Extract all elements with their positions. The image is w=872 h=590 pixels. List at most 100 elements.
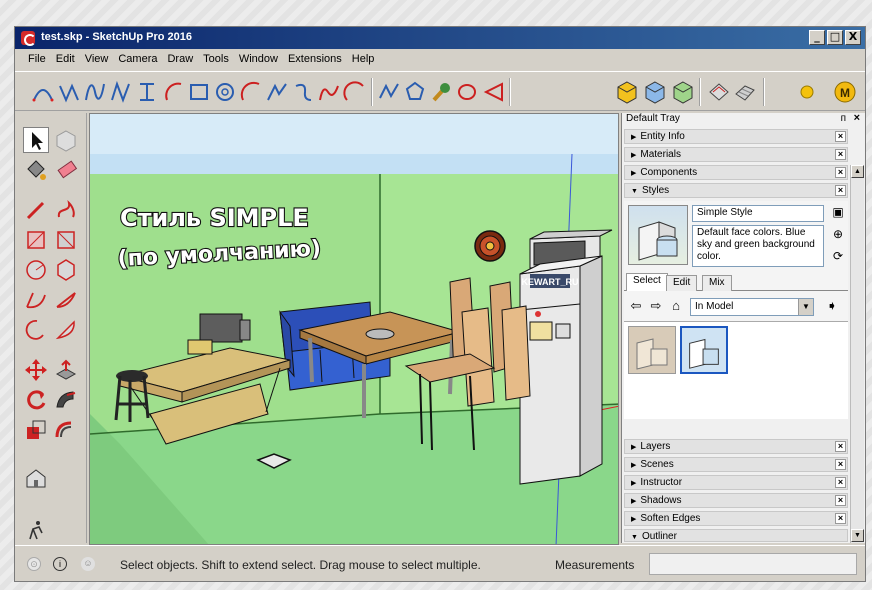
menu-file[interactable]: File — [23, 53, 51, 65]
update-style-icon[interactable]: ⟳ — [830, 249, 846, 265]
pin-icon[interactable]: ᴨ — [841, 113, 846, 124]
freehand-icon[interactable] — [291, 78, 315, 106]
rectangle-icon[interactable] — [187, 78, 211, 106]
zigzag-icon[interactable] — [343, 78, 367, 106]
menu-window[interactable]: Window — [234, 53, 283, 65]
panel-close-button[interactable]: × — [835, 149, 846, 160]
scroll-up-icon[interactable]: ▲ — [851, 165, 864, 178]
panel-close-button[interactable]: × — [835, 131, 846, 142]
polygon-icon[interactable] — [403, 78, 427, 106]
panel-instructor[interactable]: ▶ Instructor × — [624, 475, 848, 490]
tray-scrollbar[interactable]: ▲ ▼ — [850, 165, 864, 543]
panel-close-button[interactable]: × — [835, 477, 846, 488]
rotated-rect-icon[interactable] — [53, 227, 79, 253]
close-button[interactable]: X — [845, 30, 861, 45]
cube-yellow-icon[interactable] — [615, 78, 639, 106]
details-arrow-icon[interactable]: ➧ — [824, 298, 840, 314]
home-icon[interactable]: ⌂ — [668, 298, 684, 314]
credits-icon[interactable]: i — [53, 557, 67, 571]
ellipse-icon[interactable] — [455, 78, 479, 106]
pie-tool-icon[interactable] — [53, 317, 79, 343]
menu-edit[interactable]: Edit — [51, 53, 80, 65]
rectangle-tool-icon[interactable] — [23, 227, 49, 253]
panel-scenes[interactable]: ▶ Scenes × — [624, 457, 848, 472]
walk-icon[interactable] — [23, 517, 49, 543]
wrench-icon[interactable] — [429, 78, 453, 106]
menu-help[interactable]: Help — [347, 53, 380, 65]
house-icon[interactable] — [23, 465, 49, 491]
scale-icon[interactable] — [23, 417, 49, 443]
panel-materials[interactable]: ▶ Materials × — [624, 147, 848, 162]
3d-viewport[interactable]: Стиль SIMPLE (по умолчанию) KEWART_RU — [89, 113, 619, 545]
eraser-icon[interactable] — [53, 157, 79, 183]
panel-close-button[interactable]: × — [835, 185, 846, 196]
rotate-tool-icon[interactable] — [23, 387, 49, 413]
user-icon[interactable]: ☺ — [81, 557, 95, 571]
tray-close-button[interactable]: × — [854, 112, 860, 124]
style-name-field[interactable]: Simple Style — [692, 205, 824, 222]
minimize-button[interactable]: _ — [809, 30, 825, 45]
catmull-icon[interactable] — [135, 78, 159, 106]
freehand-tool-icon[interactable] — [53, 197, 79, 223]
panel-close-button[interactable]: × — [835, 495, 846, 506]
circle-icon[interactable] — [213, 78, 237, 106]
polyline2-icon[interactable] — [377, 78, 401, 106]
panel-styles[interactable]: ▼ Styles × — [624, 183, 848, 198]
panel-close-button[interactable]: × — [835, 513, 846, 524]
select-icon[interactable] — [23, 127, 49, 153]
style-thumbnail-2[interactable] — [680, 326, 728, 374]
curve-icon[interactable] — [57, 78, 81, 106]
polyline-icon[interactable] — [109, 78, 133, 106]
create-style-icon[interactable]: ⊕ — [830, 227, 846, 243]
spline-icon[interactable] — [83, 78, 107, 106]
triangle-icon[interactable] — [481, 78, 505, 106]
move-icon[interactable] — [23, 357, 49, 383]
panel-layers[interactable]: ▶ Layers × — [624, 439, 848, 454]
polygon-tool-icon[interactable] — [53, 257, 79, 283]
push-pull-icon[interactable] — [53, 357, 79, 383]
arc3-tool-icon[interactable] — [23, 317, 49, 343]
forward-icon[interactable]: ⇨ — [648, 298, 664, 314]
menu-draw[interactable]: Draw — [162, 53, 198, 65]
follow-me-icon[interactable] — [53, 387, 79, 413]
measurements-input[interactable] — [649, 553, 857, 575]
panel-close-button[interactable]: × — [835, 441, 846, 452]
tab-mix[interactable]: Mix — [702, 275, 732, 291]
style-thumbnail-1[interactable] — [628, 326, 676, 374]
arc2-icon[interactable] — [239, 78, 263, 106]
maximize-button[interactable]: □ — [827, 30, 843, 45]
menu-extensions[interactable]: Extensions — [283, 53, 347, 65]
arc2-tool-icon[interactable] — [53, 287, 79, 313]
bezier-icon[interactable] — [31, 78, 55, 106]
line-icon[interactable] — [23, 197, 49, 223]
style-library-select[interactable]: In Model ▼ — [690, 298, 814, 316]
arc-icon[interactable] — [161, 78, 185, 106]
panel-entity-info[interactable]: ▶ Entity Info × — [624, 129, 848, 144]
panel-shadows[interactable]: ▶ Shadows × — [624, 493, 848, 508]
rotate-icon[interactable] — [707, 78, 731, 106]
m-badge-icon[interactable]: M — [833, 78, 857, 106]
scene-canvas[interactable]: Стиль SIMPLE (по умолчанию) KEWART_RU — [90, 114, 619, 545]
menu-view[interactable]: View — [80, 53, 114, 65]
menu-tools[interactable]: Tools — [198, 53, 234, 65]
cube-green-icon[interactable] — [671, 78, 695, 106]
panel-outliner[interactable]: ▼ Outliner — [624, 529, 848, 542]
tab-select[interactable]: Select — [626, 273, 668, 291]
panel-soften-edges[interactable]: ▶ Soften Edges × — [624, 511, 848, 526]
chevron-down-icon[interactable]: ▼ — [798, 299, 813, 315]
cube-blue-icon[interactable] — [643, 78, 667, 106]
paint-bucket-icon[interactable] — [23, 157, 49, 183]
menu-camera[interactable]: Camera — [113, 53, 162, 65]
sine-icon[interactable] — [317, 78, 341, 106]
spiral-icon[interactable] — [265, 78, 289, 106]
panel-close-button[interactable]: × — [835, 167, 846, 178]
yellow-ball-icon[interactable] — [795, 78, 819, 106]
offset-icon[interactable] — [53, 417, 79, 443]
scroll-down-icon[interactable]: ▼ — [851, 529, 864, 542]
display-style-icon[interactable]: ▣ — [830, 205, 846, 221]
style-description-field[interactable]: Default face colors. Blue sky and green … — [692, 225, 824, 267]
tab-edit[interactable]: Edit — [666, 275, 698, 291]
geo-location-icon[interactable]: ⊙ — [27, 557, 41, 571]
back-icon[interactable]: ⇦ — [628, 298, 644, 314]
circle-tool-icon[interactable] — [23, 257, 49, 283]
